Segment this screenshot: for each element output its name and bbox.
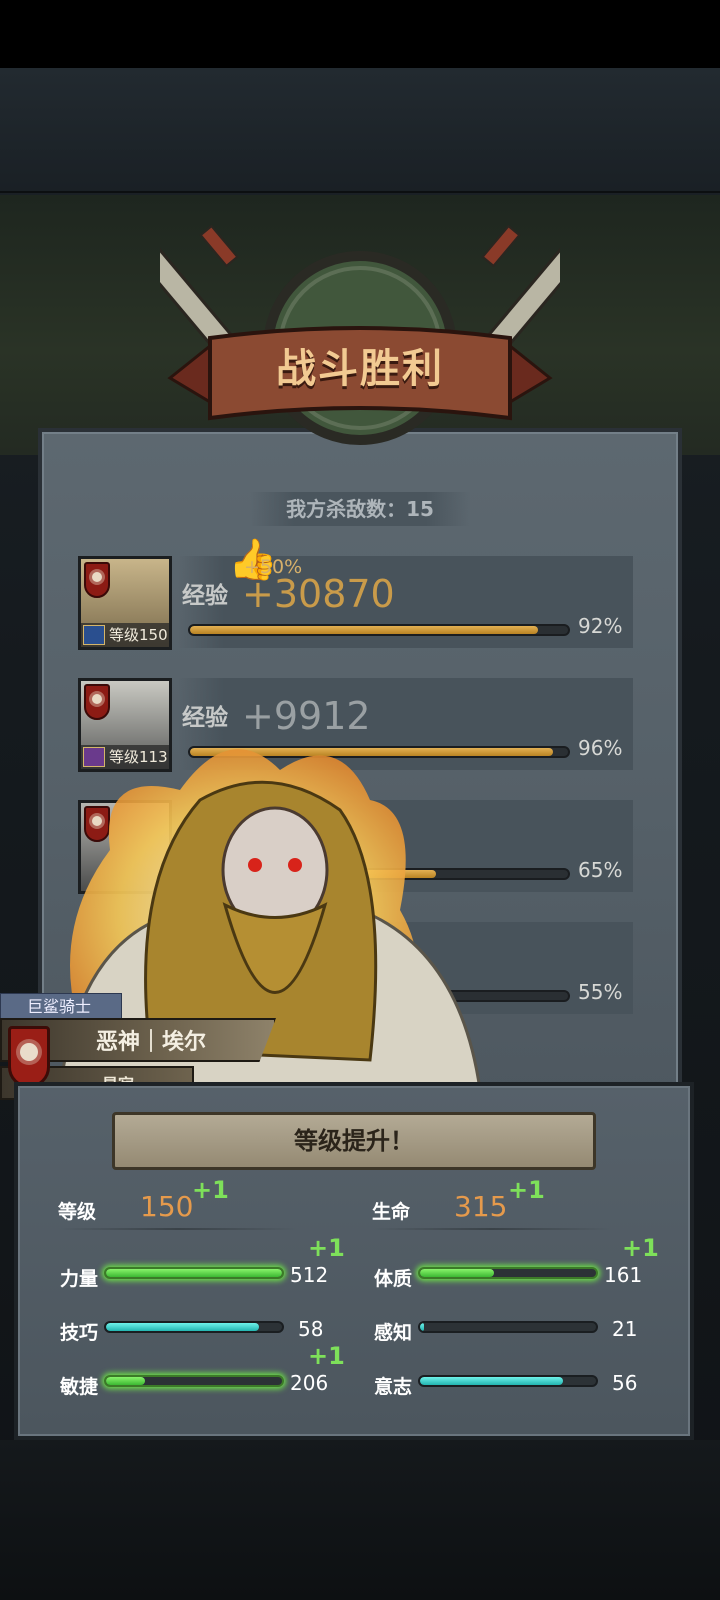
exp-label: 经验 [182, 705, 228, 731]
exp-progress-bar [188, 624, 570, 636]
will-bar [418, 1375, 598, 1387]
perception-bar [418, 1321, 598, 1333]
level-value: 150 [140, 1190, 194, 1223]
hero-name: 恶神｜埃尔 [96, 1030, 207, 1055]
will-value: 56 [612, 1371, 638, 1395]
class-sword-icon [83, 625, 105, 645]
unit-row-1: 等级150 👍 +50% 经验 +30870 92% [78, 537, 638, 656]
constitution-value: 161 [604, 1263, 643, 1287]
banner-title: 战斗胜利 [276, 346, 444, 392]
hero-faction-shield-icon [8, 1026, 50, 1088]
faction-shield-icon [84, 684, 110, 720]
exp-value: +30870 [242, 572, 395, 616]
strength-value: 512 [290, 1263, 329, 1287]
skill-bar [104, 1321, 284, 1333]
perception-value: 21 [612, 1317, 638, 1341]
exp-percent: 55% [578, 980, 623, 1004]
agility-bar [104, 1375, 284, 1387]
bottom-shade [0, 1440, 720, 1600]
status-bar [0, 0, 720, 68]
kill-count: 我方杀敌数：15 [250, 492, 470, 526]
perception-label: 感知 [374, 1322, 413, 1344]
level-plus: +1 [192, 1176, 229, 1204]
strength-plus: +1 [308, 1234, 345, 1262]
hp-label: 生命 [372, 1201, 411, 1223]
constitution-bar [418, 1267, 598, 1279]
top-band [0, 68, 720, 193]
level-up-title: 等级提升！ [294, 1127, 414, 1155]
hero-class-tag: 巨鲨骑士 [0, 993, 122, 1019]
agility-value: 206 [290, 1371, 329, 1395]
unit-level: 等级150 [109, 626, 168, 644]
level-label: 等级 [58, 1201, 97, 1223]
unit-portrait[interactable]: 等级150 [78, 556, 172, 650]
exp-percent: 65% [578, 858, 623, 882]
constitution-plus: +1 [622, 1234, 659, 1262]
strength-bar [104, 1267, 284, 1279]
hp-plus: +1 [508, 1176, 545, 1204]
hp-value: 315 [454, 1190, 508, 1223]
agility-label: 敏捷 [60, 1376, 99, 1398]
exp-percent: 96% [578, 736, 623, 760]
constitution-label: 体质 [374, 1268, 413, 1290]
skill-value: 58 [298, 1317, 324, 1341]
skill-label: 技巧 [60, 1322, 99, 1344]
agility-plus: +1 [308, 1342, 345, 1370]
exp-percent: 92% [578, 614, 623, 638]
faction-shield-icon [84, 562, 110, 598]
strength-label: 力量 [60, 1268, 99, 1290]
will-label: 意志 [374, 1376, 413, 1398]
exp-label: 经验 [182, 583, 228, 609]
